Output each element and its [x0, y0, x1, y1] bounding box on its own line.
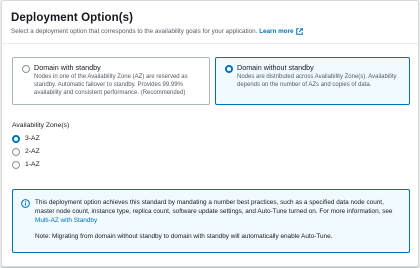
option-description: Nodes in one of the Availability Zone (A…	[34, 74, 188, 96]
az-option-label: 2-AZ	[25, 148, 40, 155]
option-label: Domain with standby	[34, 63, 101, 72]
option-domain-without-standby[interactable]: Domain without standby Nodes are distrib…	[215, 57, 410, 105]
radio-3-az[interactable]	[12, 135, 20, 143]
info-alert: This deployment option achieves this sta…	[12, 189, 410, 253]
learn-more-label: Learn more	[259, 28, 294, 35]
option-domain-with-standby[interactable]: Domain with standby Nodes in one of the …	[12, 57, 210, 105]
az-option-label: 1-AZ	[25, 161, 40, 168]
availability-zones-label: Availability Zone(s)	[12, 122, 70, 129]
deployment-options-panel: Deployment Option(s) Select a deployment…	[1, 0, 419, 267]
radio-without-standby[interactable]	[225, 65, 233, 73]
radio-1-az[interactable]	[12, 161, 20, 169]
page-title: Deployment Option(s)	[11, 12, 134, 24]
description-text: Select a deployment option that correspo…	[11, 28, 258, 35]
external-link-icon	[296, 28, 304, 35]
info-icon	[21, 199, 30, 208]
option-label: Domain without standby	[237, 63, 314, 72]
radio-with-standby[interactable]	[22, 65, 30, 73]
option-description: Nodes are distributed across Availabilit…	[237, 74, 397, 88]
panel-header: Deployment Option(s)	[11, 12, 133, 24]
panel-description: Select a deployment option that correspo…	[11, 28, 304, 35]
az-option-label: 3-AZ	[25, 135, 40, 142]
info-alert-note: Note: Migrating from domain without stan…	[35, 233, 333, 240]
info-alert-text: This deployment option achieves this sta…	[35, 198, 403, 225]
learn-more-link[interactable]: Learn more	[259, 28, 304, 35]
header-divider	[2, 43, 418, 44]
info-alert-body: This deployment option achieves this sta…	[35, 199, 393, 215]
radio-2-az[interactable]	[12, 148, 20, 156]
multi-az-standby-link[interactable]: Multi-AZ with Standby	[35, 217, 97, 224]
